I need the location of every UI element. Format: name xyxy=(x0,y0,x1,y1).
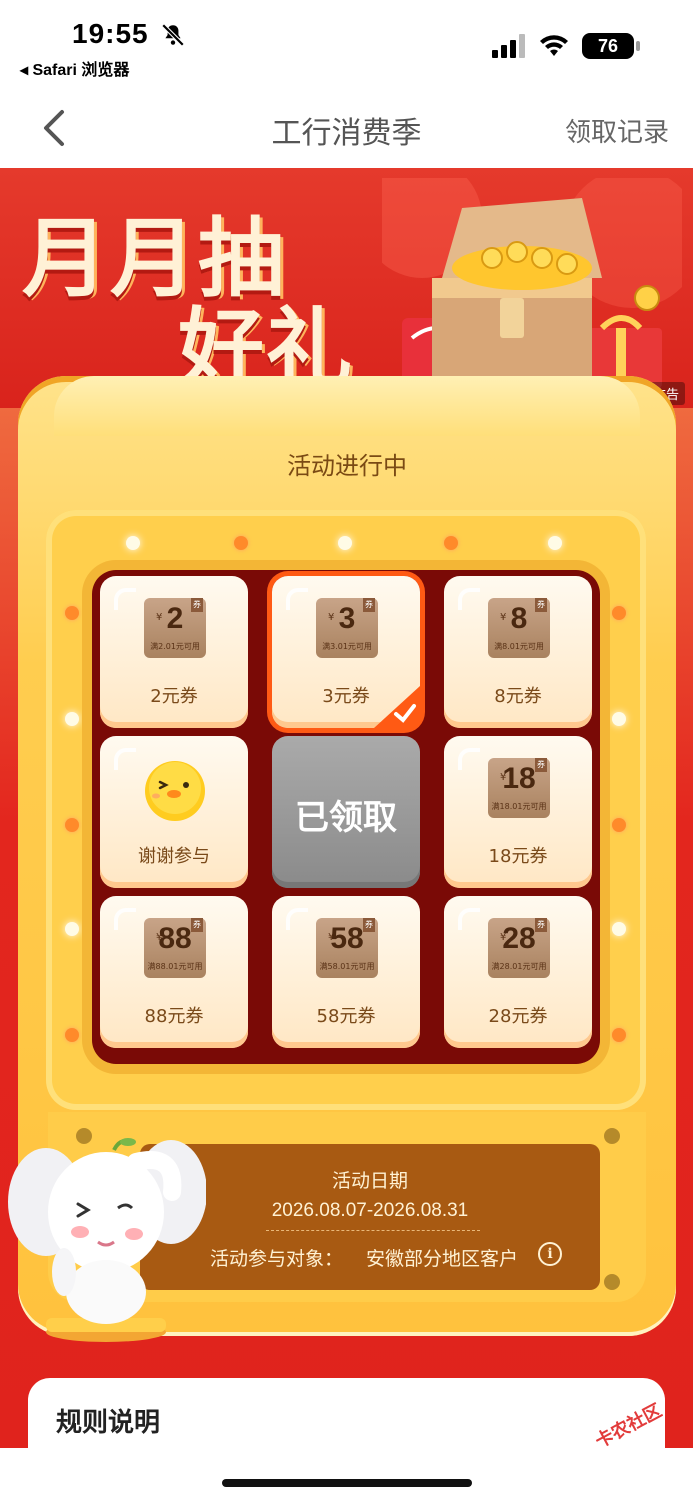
coupon-condition: 满18.01元可用 xyxy=(491,802,547,811)
coupon-condition: 满58.01元可用 xyxy=(319,962,375,971)
coupon-condition: 满28.01元可用 xyxy=(491,962,547,971)
coupon-icon: 券 ¥ 88 满88.01元可用 xyxy=(144,918,206,978)
coupon-condition: 满2.01元可用 xyxy=(150,642,200,651)
prize-label: 8元券 xyxy=(494,686,542,707)
light-dot xyxy=(65,1028,79,1042)
light-dot xyxy=(612,606,626,620)
light-dot xyxy=(548,536,562,550)
prize-label: 58元券 xyxy=(316,1006,376,1027)
info-title: 活动日期 xyxy=(331,1170,408,1192)
coupon-condition: 满8.01元可用 xyxy=(494,642,544,651)
light-dot xyxy=(234,536,248,550)
prize-cell-8[interactable]: 券 ¥ 8 满8.01元可用 8元券 xyxy=(444,576,592,728)
coupon-icon: 券 ¥ 28 满28.01元可用 xyxy=(488,918,550,978)
coupon-amount: 18 xyxy=(502,762,536,795)
shine-decoration xyxy=(286,588,308,610)
coupon-icon: 券 ¥ 8 满8.01元可用 xyxy=(488,598,550,658)
activity-status: 活动进行中 xyxy=(287,452,407,480)
bell-muted-icon xyxy=(161,23,185,47)
prize-label: 18元券 xyxy=(488,846,548,867)
screw-decoration xyxy=(604,1128,620,1144)
light-dot xyxy=(612,922,626,936)
coupon-amount: 58 xyxy=(330,922,364,955)
duck-emoji-icon xyxy=(145,761,205,821)
claimed-label: 已领取 xyxy=(295,798,397,838)
info-date-range: 2026.08.07-2026.08.31 xyxy=(271,1200,469,1221)
promo-banner[interactable]: 月月抽 好礼 广告 xyxy=(0,168,693,408)
coupon-amount: 88 xyxy=(158,922,192,955)
cellular-signal-icon xyxy=(492,34,525,58)
coupon-icon: 券 ¥ 18 满18.01元可用 xyxy=(488,758,550,818)
light-dot xyxy=(612,712,626,726)
shine-decoration xyxy=(458,748,480,770)
prize-grid: 券 ¥ 2 满2.01元可用 2元券 券 ¥ 3 满3.01元可用 3元券 券 … xyxy=(92,570,600,1064)
coupon-amount: 3 xyxy=(338,602,356,635)
screw-decoration xyxy=(604,1274,620,1290)
prize-cell-3[interactable]: 券 ¥ 3 满3.01元可用 3元券 xyxy=(272,576,420,728)
activity-info-panel: 活动日期 2026.08.07-2026.08.31 活动参与对象： 安徽部分地… xyxy=(140,1144,600,1290)
shine-decoration xyxy=(114,588,136,610)
info-circle-icon[interactable]: i xyxy=(538,1242,562,1266)
light-dot xyxy=(612,1028,626,1042)
elephant-mascot-image xyxy=(8,1138,206,1342)
rules-card: 规则说明 xyxy=(28,1378,665,1468)
status-bar: 19:55 ◂ Safari 浏览器 76 xyxy=(0,0,693,90)
claimed-button[interactable]: 已领取 xyxy=(272,736,420,888)
light-dot xyxy=(126,536,140,550)
coupon-amount: 2 xyxy=(166,602,184,635)
prize-label: 2元券 xyxy=(150,686,198,707)
shine-decoration xyxy=(458,908,480,930)
prize-cell-58[interactable]: 券 ¥ 58 满58.01元可用 58元券 xyxy=(272,896,420,1048)
prize-cell-18[interactable]: 券 ¥ 18 满18.01元可用 18元券 xyxy=(444,736,592,888)
light-dot xyxy=(444,536,458,550)
prize-label: 28元券 xyxy=(488,1006,548,1027)
coupon-amount: 8 xyxy=(510,602,528,635)
dashed-divider xyxy=(266,1230,480,1231)
prize-cell-88[interactable]: 券 ¥ 88 满88.01元可用 88元券 xyxy=(100,896,248,1048)
back-to-app-link[interactable]: ◂ Safari 浏览器 xyxy=(20,56,129,80)
light-dot xyxy=(338,536,352,550)
frame-top-cap xyxy=(54,376,640,436)
coupon-condition: 满3.01元可用 xyxy=(322,642,372,651)
light-dot xyxy=(612,818,626,832)
prize-label: 88元券 xyxy=(144,1006,204,1027)
prize-label: 谢谢参与 xyxy=(138,846,210,867)
coupon-icon: 券 ¥ 3 满3.01元可用 xyxy=(316,598,378,658)
battery-indicator: 76 xyxy=(582,33,640,59)
status-time: 19:55 xyxy=(72,18,149,49)
prize-cell-thanks[interactable]: 谢谢参与 xyxy=(100,736,248,888)
coupon-icon: 券 ¥ 58 满58.01元可用 xyxy=(316,918,378,978)
shine-decoration xyxy=(286,908,308,930)
shine-decoration xyxy=(114,908,136,930)
shine-decoration xyxy=(114,748,136,770)
light-dot xyxy=(65,922,79,936)
rules-title: 规则说明 xyxy=(56,1408,161,1438)
light-dot xyxy=(65,606,79,620)
coupon-condition: 满88.01元可用 xyxy=(147,962,203,971)
light-dot xyxy=(65,712,79,726)
target-value: 安徽部分地区客户 xyxy=(366,1248,519,1270)
treasure-chest-image xyxy=(382,178,682,388)
target-label: 活动参与对象： xyxy=(210,1248,344,1270)
shine-decoration xyxy=(458,588,480,610)
coupon-icon: 券 ¥ 2 满2.01元可用 xyxy=(144,598,206,658)
coupon-amount: 28 xyxy=(502,922,536,955)
prize-cell-28[interactable]: 券 ¥ 28 满28.01元可用 28元券 xyxy=(444,896,592,1048)
selected-check-icon xyxy=(374,686,420,728)
nav-bar: 工行消费季 领取记录 xyxy=(0,90,693,168)
prize-cell-2[interactable]: 券 ¥ 2 满2.01元可用 2元券 xyxy=(100,576,248,728)
claim-records-link[interactable]: 领取记录 xyxy=(565,112,669,149)
light-dot xyxy=(65,818,79,832)
home-indicator[interactable] xyxy=(222,1479,472,1487)
wifi-icon xyxy=(540,35,568,56)
